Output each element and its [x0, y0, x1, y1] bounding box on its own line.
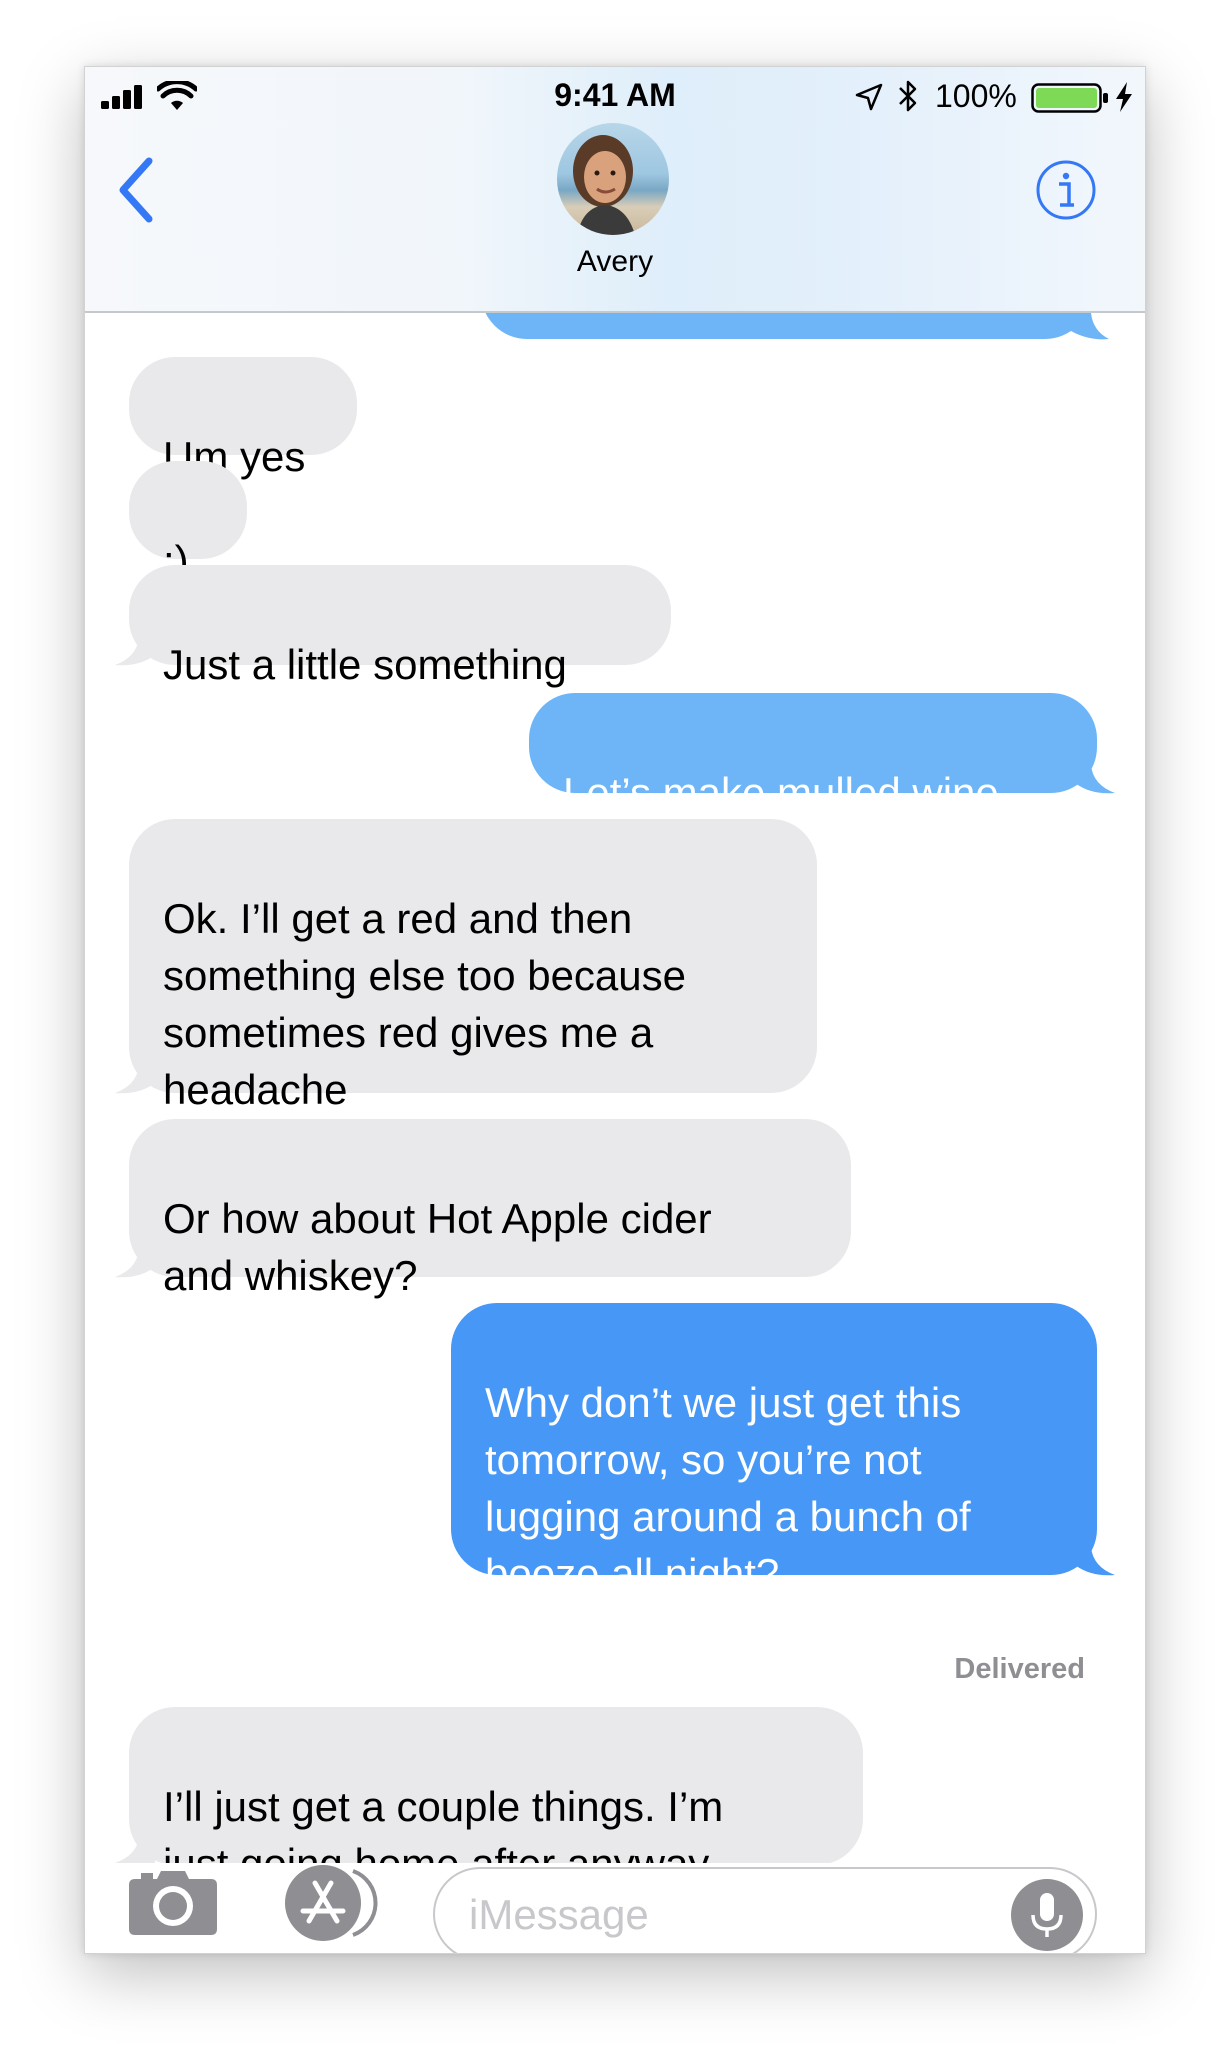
- microphone-icon: [1031, 1893, 1063, 1937]
- battery-percent: 100%: [935, 78, 1017, 114]
- camera-icon[interactable]: [127, 1863, 219, 1937]
- conversation-header: 9:41 AM 100% Avery: [85, 67, 1145, 313]
- bubble-tail: [1075, 1547, 1115, 1576]
- delivered-status: Delivered: [954, 1653, 1085, 1685]
- message-bubble-received[interactable]: :): [129, 461, 247, 584]
- bubble-tail: [115, 637, 155, 666]
- bubble-tail: [115, 1249, 155, 1278]
- message-bubble-received[interactable]: I’ll just get a couple things. I’m just …: [129, 1707, 863, 1863]
- info-icon[interactable]: [1035, 159, 1097, 221]
- message-text: I’ll just get a couple things. I’m just …: [163, 1783, 724, 1863]
- charging-icon: [1116, 82, 1132, 112]
- battery-icon: [1031, 83, 1108, 113]
- message-text: Let’s make mulled wine: [563, 769, 999, 816]
- avatar[interactable]: [557, 123, 669, 235]
- message-text: Or how about Hot Apple cider and whiskey…: [163, 1195, 712, 1299]
- message-text: Just a little something: [163, 641, 567, 688]
- message-bubble-sent-partial: [481, 313, 1091, 339]
- bluetooth-icon: [899, 80, 917, 112]
- bubble-tail: [115, 1837, 155, 1863]
- compose-bar: iMessage: [85, 1863, 1145, 1953]
- microphone-button[interactable]: [1011, 1879, 1083, 1951]
- message-bubble-sent[interactable]: Let’s make mulled wine: [529, 693, 1097, 816]
- message-placeholder: iMessage: [469, 1891, 649, 1938]
- avatar-photo: [573, 135, 635, 235]
- message-bubble-received[interactable]: Just a little something: [129, 565, 671, 688]
- message-bubble-received[interactable]: Or how about Hot Apple cider and whiskey…: [129, 1119, 851, 1299]
- message-text: Ok. I’ll get a red and then something el…: [163, 895, 687, 1113]
- phone-screen: 9:41 AM 100% Avery Um yes:) Just a litt…: [84, 66, 1146, 1954]
- location-icon: [855, 83, 883, 111]
- back-button[interactable]: [115, 155, 155, 225]
- contact-name[interactable]: Avery: [85, 245, 1145, 279]
- status-bar: 9:41 AM 100%: [85, 67, 1145, 127]
- message-text: Why don’t we just get this tomorrow, so …: [485, 1379, 971, 1597]
- message-input[interactable]: iMessage: [433, 1867, 1097, 1953]
- message-bubble-sent[interactable]: Why don’t we just get this tomorrow, so …: [451, 1303, 1097, 1597]
- message-bubble-received[interactable]: Ok. I’ll get a red and then something el…: [129, 819, 817, 1113]
- bubble-tail: [115, 1065, 155, 1094]
- app-store-icon[interactable]: [281, 1863, 385, 1943]
- bubble-tail: [1075, 765, 1115, 794]
- bubble-tail: [1071, 313, 1109, 340]
- message-list[interactable]: Um yes :) Just a little something Let’s …: [85, 313, 1145, 1863]
- message-bubble-received[interactable]: Um yes: [129, 357, 357, 480]
